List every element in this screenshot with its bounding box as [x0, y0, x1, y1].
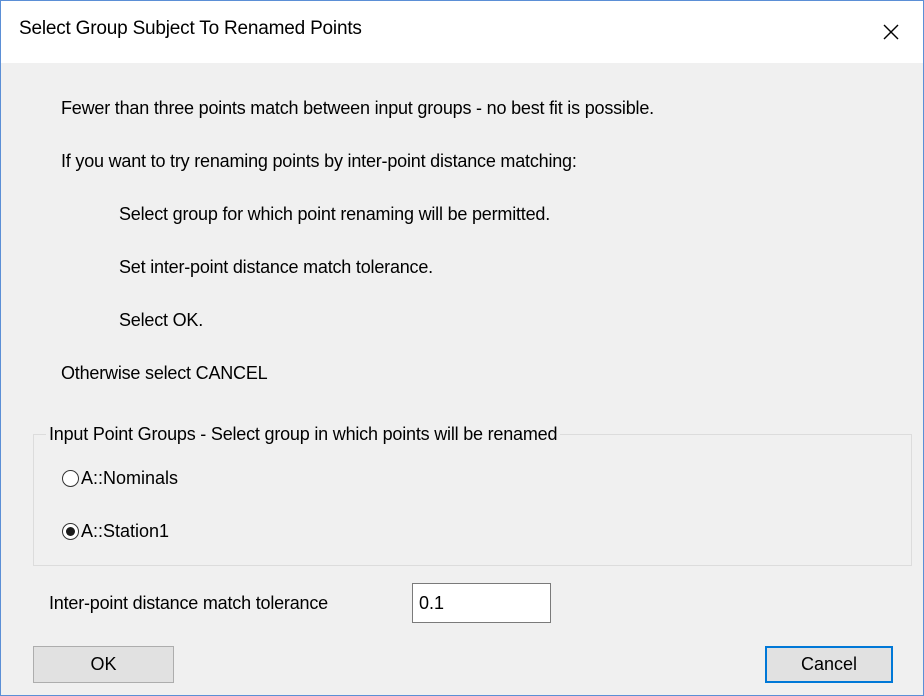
- radio-label-station1: A::Station1: [81, 521, 170, 541]
- message-otherwise-cancel: Otherwise select CANCEL: [61, 363, 268, 383]
- title-bar: Select Group Subject To Renamed Points: [1, 1, 923, 63]
- radio-option-nominals[interactable]: A::Nominals: [62, 468, 178, 489]
- radio-selected-dot: [66, 527, 75, 536]
- radio-button-checked[interactable]: [62, 523, 79, 540]
- message-step-set-tolerance: Set inter-point distance match tolerance…: [119, 257, 433, 277]
- message-step-select-ok: Select OK.: [119, 310, 204, 330]
- ok-button[interactable]: OK: [33, 646, 174, 683]
- radio-button-unchecked[interactable]: [62, 470, 79, 487]
- dialog-window: Select Group Subject To Renamed Points F…: [0, 0, 924, 696]
- message-step-select-group: Select group for which point renaming wi…: [119, 204, 551, 224]
- cancel-button[interactable]: Cancel: [765, 646, 893, 683]
- radio-option-station1[interactable]: A::Station1: [62, 521, 169, 542]
- tolerance-label: Inter-point distance match tolerance: [49, 593, 328, 613]
- close-button[interactable]: [859, 1, 923, 63]
- close-icon: [883, 24, 899, 40]
- tolerance-input[interactable]: [412, 583, 551, 623]
- input-point-groups-box: [33, 434, 912, 566]
- message-renaming-intro: If you want to try renaming points by in…: [61, 151, 577, 171]
- dialog-title: Select Group Subject To Renamed Points: [19, 18, 362, 39]
- input-point-groups-legend: Input Point Groups - Select group in whi…: [46, 424, 561, 445]
- message-no-best-fit: Fewer than three points match between in…: [61, 98, 654, 118]
- radio-label-nominals: A::Nominals: [81, 468, 179, 488]
